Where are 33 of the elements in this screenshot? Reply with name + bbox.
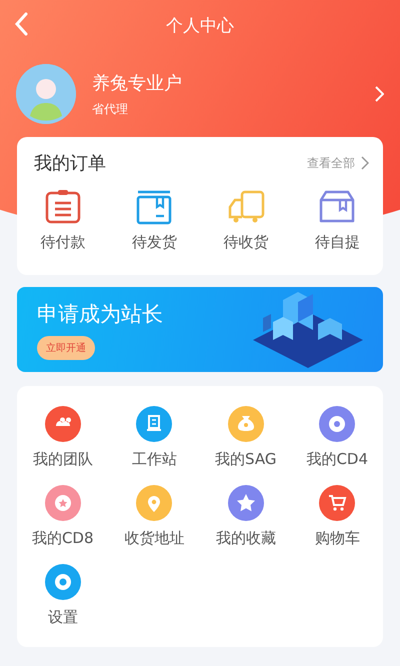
truck-icon — [226, 189, 265, 225]
order-status-button[interactable]: 待付款 — [17, 189, 108, 252]
banner-title: 申请成为站长 — [37, 300, 163, 328]
service-button[interactable]: 购物车 — [292, 485, 383, 548]
chevron-right-icon — [361, 156, 369, 170]
service-button[interactable]: 设置 — [17, 564, 108, 627]
money-bag-icon — [228, 406, 264, 442]
order-status-button[interactable]: 待自提 — [292, 189, 383, 252]
shopping-cart-icon — [319, 485, 356, 521]
service-button[interactable]: 工作站 — [108, 406, 200, 469]
back-icon[interactable] — [14, 12, 28, 36]
disc-icon — [319, 406, 356, 442]
page-title: 个人中心 — [166, 14, 234, 36]
service-button[interactable]: 我的收藏 — [200, 485, 292, 548]
service-button[interactable]: 收货地址 — [108, 485, 200, 548]
user-name: 养兔专业户 — [92, 72, 183, 94]
document-icon — [136, 406, 172, 442]
chevron-right-icon[interactable] — [375, 86, 384, 102]
star-badge-icon — [44, 485, 81, 521]
user-role: 省代理 — [92, 100, 129, 118]
order-status-button[interactable]: 待发货 — [108, 189, 200, 252]
order-status-button[interactable]: 待收货 — [200, 189, 292, 252]
clipboard-icon — [44, 189, 82, 225]
box-icon — [135, 189, 174, 225]
settings-icon — [44, 564, 81, 600]
service-button[interactable]: 我的团队 — [17, 406, 108, 469]
service-button[interactable]: 我的CD8 — [17, 485, 108, 548]
team-icon — [44, 406, 81, 442]
service-button[interactable]: 我的CD4 — [292, 406, 383, 469]
location-pin-icon — [136, 485, 172, 521]
service-button[interactable]: 我的SAG — [200, 406, 292, 469]
orders-title: 我的订单 — [34, 152, 106, 175]
package-icon — [318, 189, 356, 225]
